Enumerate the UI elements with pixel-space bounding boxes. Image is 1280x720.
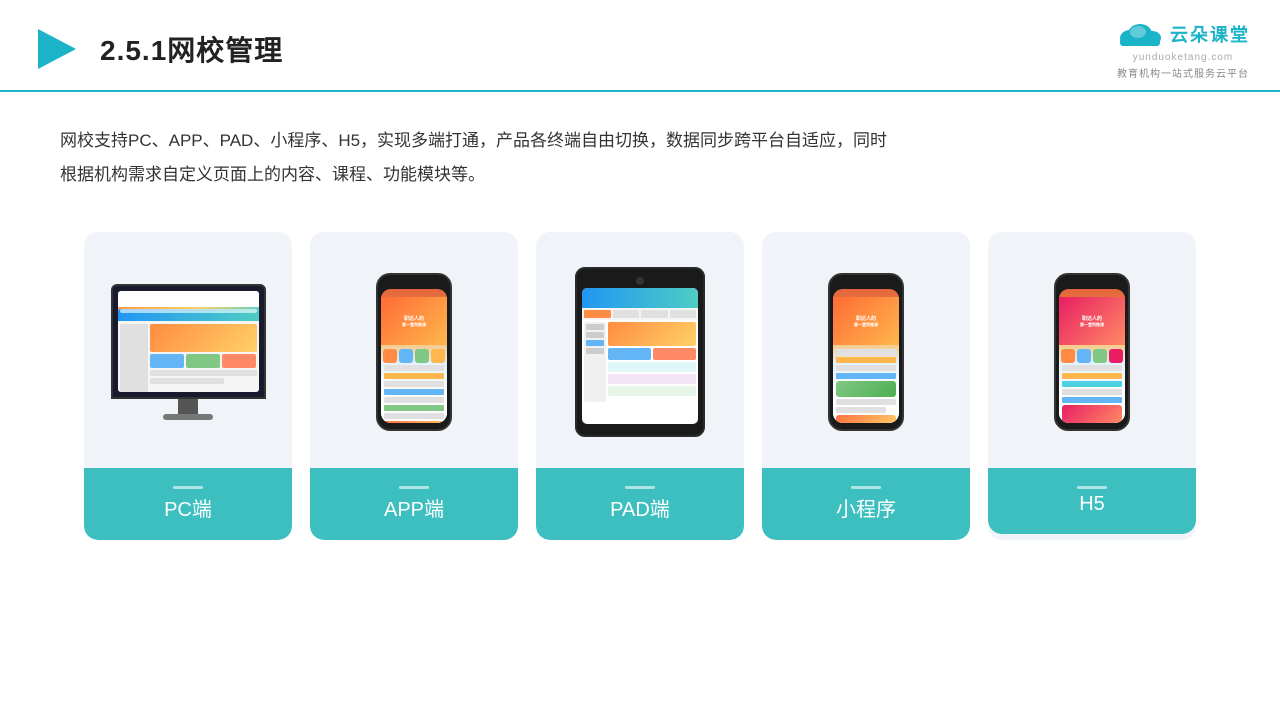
card-app: 职达人的 第一堂判推课 (310, 232, 518, 540)
header: 2.5.1网校管理 云朵课堂 yunduoketang.com 教育机构一站式服… (0, 0, 1280, 92)
logo-url: yunduoketang.com (1133, 52, 1234, 63)
page-title: 2.5.1网校管理 (100, 29, 283, 69)
card-image-h5: 职达人的 第一堂判推课 (988, 252, 1196, 452)
header-left: 2.5.1网校管理 (30, 23, 283, 75)
card-pc: PC端 (84, 232, 292, 540)
cards-container: PC端 职达人的 第一堂判推课 (0, 192, 1280, 540)
card-image-pad (536, 252, 744, 452)
card-pad: PAD端 (536, 232, 744, 540)
logo-cloud: 云朵课堂 (1116, 18, 1250, 50)
card-label-pad: PAD端 (536, 468, 744, 540)
description: 网校支持PC、APP、PAD、小程序、H5，实现多端打通，产品各终端自由切换，数… (0, 92, 960, 192)
logo-area: 云朵课堂 yunduoketang.com 教育机构一站式服务云平台 (1116, 18, 1250, 80)
phone-h5: 职达人的 第一堂判推课 (1054, 273, 1130, 431)
card-miniapp: 职达人的 第一堂判推课 (762, 232, 970, 540)
phone-miniapp: 职达人的 第一堂判推课 (828, 273, 904, 431)
card-label-h5: H5 (988, 468, 1196, 534)
logo-text: 云朵课堂 (1170, 21, 1250, 47)
cloud-icon (1116, 18, 1164, 50)
tablet-pad (575, 267, 705, 437)
play-icon (30, 23, 82, 75)
card-image-pc (84, 252, 292, 452)
card-image-miniapp: 职达人的 第一堂判推课 (762, 252, 970, 452)
pc-monitor (111, 284, 266, 420)
card-label-app: APP端 (310, 468, 518, 540)
card-label-miniapp: 小程序 (762, 468, 970, 540)
card-image-app: 职达人的 第一堂判推课 (310, 252, 518, 452)
card-h5: 职达人的 第一堂判推课 (988, 232, 1196, 540)
phone-app: 职达人的 第一堂判推课 (376, 273, 452, 431)
logo-sub: 教育机构一站式服务云平台 (1117, 65, 1249, 80)
card-label-pc: PC端 (84, 468, 292, 540)
